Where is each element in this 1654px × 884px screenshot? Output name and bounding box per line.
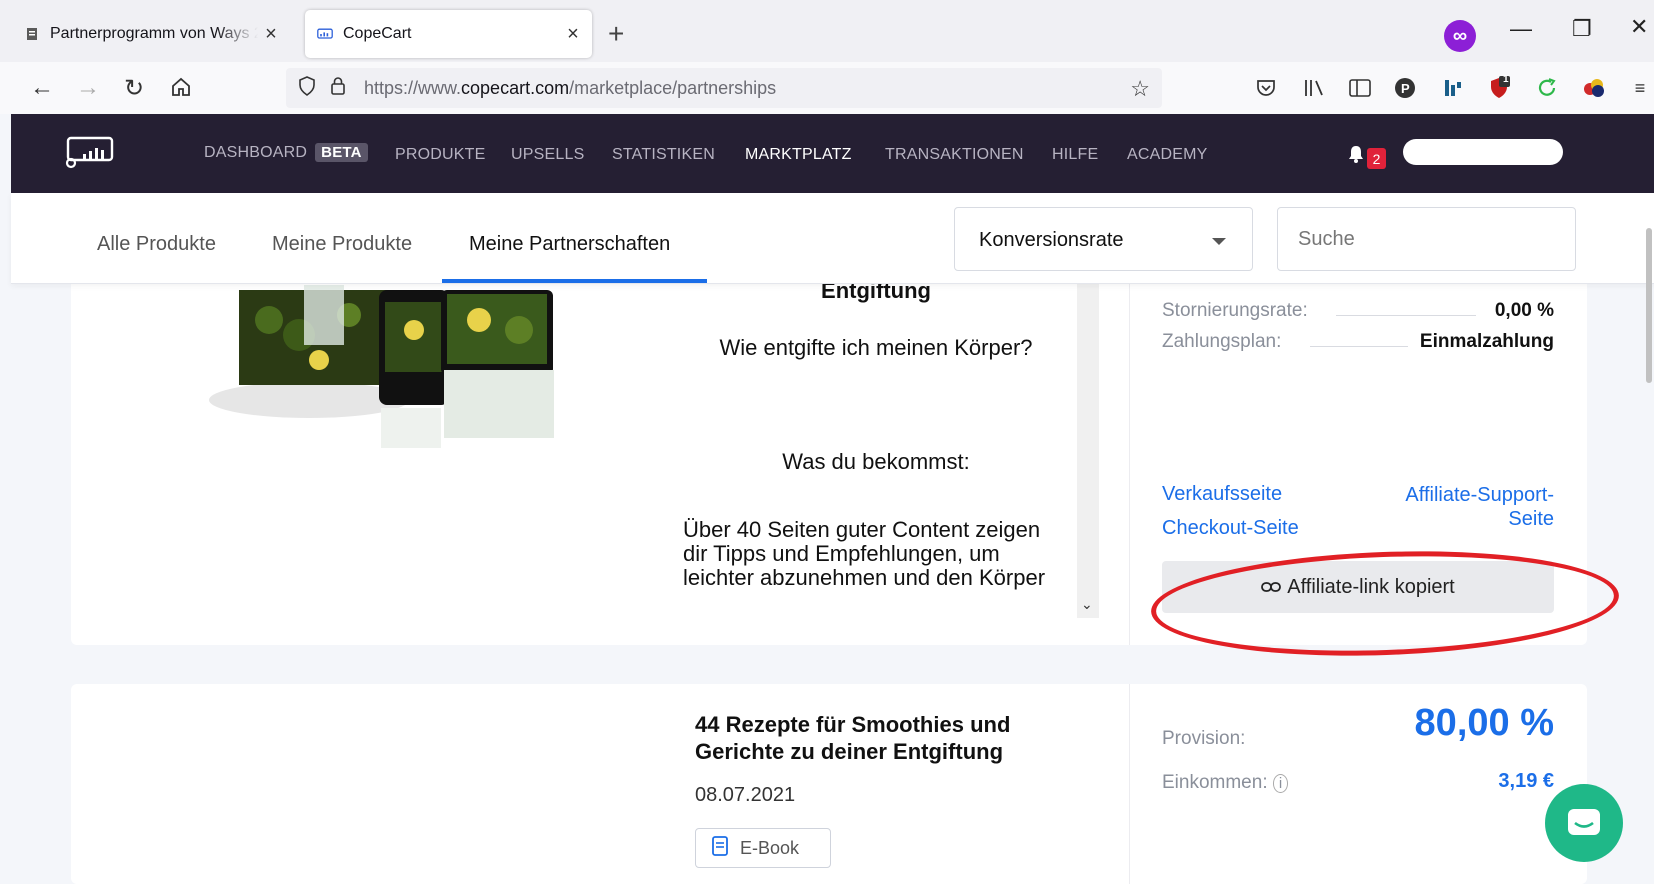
extension-p-icon[interactable]: P (1393, 76, 1417, 100)
ublock-icon[interactable]: 1 (1487, 74, 1511, 100)
einkommen-label: Einkommen: i (1162, 772, 1289, 794)
library-icon[interactable] (1302, 76, 1326, 100)
nav-statistiken[interactable]: STATISTIKEN (612, 146, 715, 164)
bookmark-star-icon[interactable]: ☆ (1130, 76, 1150, 102)
tab-title: CopeCart (343, 25, 412, 42)
product-date: 08.07.2021 (695, 784, 796, 806)
dotted-leader (1310, 346, 1408, 347)
partnership-card: 44 Rezepte für Smoothies und Gerichte zu… (71, 684, 1587, 884)
forward-icon[interactable]: → (76, 74, 100, 102)
scroll-down-icon[interactable]: ⌄ (1081, 596, 1093, 613)
marketplace-subnav: Alle Produkte Meine Produkte Meine Partn… (11, 193, 1654, 284)
extension-badge: 1 (1503, 74, 1509, 85)
menu-icon[interactable]: ≡ (1628, 76, 1652, 100)
stornierungsrate-label: Stornierungsrate: (1162, 300, 1308, 321)
product-description: Entgiftung Wie entgifte ich meinen Körpe… (683, 240, 1074, 618)
card-divider (1129, 684, 1130, 884)
copecart-favicon-icon (317, 26, 333, 42)
page-scrollbar[interactable] (1646, 228, 1652, 383)
notification-count-badge: 2 (1367, 148, 1386, 169)
home-icon[interactable] (170, 76, 192, 105)
beta-badge: BETA (315, 143, 368, 162)
description-question: Wie entgifte ich meinen Körper? (719, 335, 1033, 360)
checkout-seite-link[interactable]: Checkout-Seite (1162, 517, 1299, 540)
tab-meine-partnerschaften[interactable]: Meine Partnerschaften (469, 233, 670, 256)
extension-bars-icon[interactable] (1441, 76, 1465, 100)
tab-alle-produkte[interactable]: Alle Produkte (97, 233, 216, 256)
nav-academy[interactable]: ACADEMY (1127, 146, 1208, 164)
browser-toolbar: ← → ↻ https://www.copecart.com/marketpla… (0, 62, 1654, 114)
search-input[interactable] (1277, 207, 1576, 271)
browser-tab-partnerprogramm[interactable]: Partnerprogramm von Ways 2 L × (10, 10, 290, 58)
address-bar[interactable]: https://www.copecart.com/marketplace/par… (286, 68, 1162, 108)
tab-title: Partnerprogramm von Ways 2 L (50, 25, 258, 42)
tracking-shield-icon[interactable] (298, 75, 316, 101)
nav-hilfe[interactable]: HILFE (1052, 146, 1098, 164)
document-icon (712, 835, 728, 861)
user-menu[interactable] (1403, 139, 1563, 165)
product-type-label: E-Book (740, 837, 800, 858)
app-navbar: DASHBOARD BETA PRODUKTE UPSELLS STATISTIK… (11, 114, 1654, 193)
chevron-down-icon (1212, 238, 1226, 245)
close-tab-icon[interactable]: × (560, 23, 586, 46)
pocket-icon[interactable] (1254, 76, 1278, 100)
product-image (209, 285, 554, 448)
nav-produkte[interactable]: PRODUKTE (395, 146, 486, 164)
description-subheading: Was du bekommst: (782, 449, 970, 474)
svg-text:P: P (1401, 81, 1410, 96)
info-icon[interactable]: i (1272, 774, 1289, 793)
bell-icon[interactable] (1347, 144, 1365, 169)
dotted-leader (1336, 315, 1476, 316)
back-icon[interactable]: ← (30, 74, 54, 102)
browser-tab-bar: Partnerprogramm von Ways 2 L × CopeCart … (0, 0, 1654, 62)
description-body: Über 40 Seiten guter Content zeigen dir … (683, 517, 1046, 590)
sidebar-icon[interactable] (1348, 76, 1372, 100)
stornierungsrate-row: Stornierungsrate: 0,00 % (1162, 300, 1554, 322)
browser-tab-copecart[interactable]: CopeCart × (305, 10, 592, 58)
affiliate-support-link[interactable]: Affiliate-Support-Seite (1389, 483, 1554, 531)
zahlungsplan-label: Zahlungsplan: (1162, 331, 1282, 352)
chat-widget-button[interactable] (1545, 784, 1623, 862)
description-scrollbar[interactable] (1077, 240, 1099, 618)
chat-icon (1568, 809, 1600, 835)
nav-marktplatz[interactable]: MARKTPLATZ (745, 146, 852, 164)
close-tab-icon[interactable]: × (258, 23, 284, 46)
nav-upsells[interactable]: UPSELLS (511, 146, 584, 164)
nav-transaktionen[interactable]: TRANSAKTIONEN (885, 146, 1024, 164)
stornierungsrate-value: 0,00 % (1494, 300, 1554, 321)
refresh-extension-icon[interactable] (1535, 76, 1559, 100)
new-tab-icon[interactable]: + (608, 18, 624, 50)
active-tab-indicator (442, 279, 707, 283)
window-close-icon[interactable]: ✕ (1630, 14, 1648, 40)
reload-icon[interactable]: ↻ (124, 74, 144, 103)
einkommen-value: 3,19 € (1498, 770, 1554, 792)
tab-meine-produkte[interactable]: Meine Produkte (272, 233, 412, 256)
card-divider (1129, 240, 1130, 645)
product-title[interactable]: 44 Rezepte für Smoothies und Gerichte zu… (695, 711, 1055, 765)
zahlungsplan-value: Einmalzahlung (1419, 331, 1554, 352)
provision-value: 80,00 % (1414, 702, 1554, 744)
restore-icon[interactable]: ❐ (1572, 16, 1592, 42)
sort-dropdown[interactable]: Konversionsrate (954, 207, 1253, 271)
lock-icon[interactable] (330, 76, 346, 101)
site-favicon-icon (24, 26, 40, 42)
product-type-badge: E-Book (695, 828, 831, 868)
copecart-logo-icon[interactable] (65, 136, 115, 175)
url-text: https://www.copecart.com/marketplace/par… (364, 77, 777, 98)
sort-value: Konversionsrate (979, 229, 1124, 251)
verkaufsseite-link[interactable]: Verkaufsseite (1162, 483, 1282, 506)
provision-label: Provision: (1162, 728, 1246, 749)
minimize-icon[interactable]: — (1510, 16, 1532, 42)
nav-dashboard[interactable]: DASHBOARD BETA (204, 143, 368, 162)
private-browsing-icon[interactable]: ∞ (1444, 20, 1476, 52)
zahlungsplan-row: Zahlungsplan: Einmalzahlung (1162, 331, 1554, 353)
extension-balls-icon[interactable] (1582, 76, 1606, 100)
